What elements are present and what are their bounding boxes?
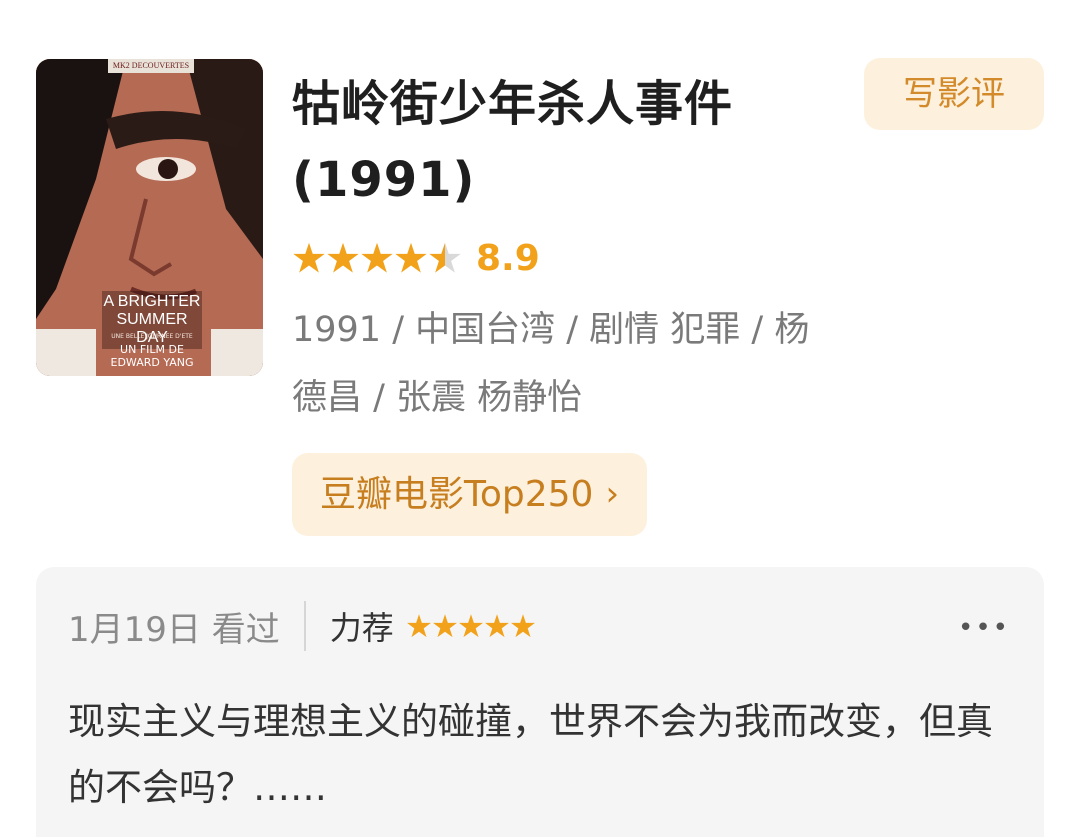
star-icon	[428, 241, 462, 275]
star-icon	[326, 241, 360, 275]
star-icon	[406, 613, 432, 639]
watched-date: 1月19日 看过	[68, 609, 280, 650]
chevron-right-icon: ›	[605, 474, 620, 514]
my-review-card[interactable]: 1月19日 看过 力荐 ••• 现实主义与理想主义的碰撞，世界不会为我而改变，但…	[36, 567, 1044, 837]
review-header: 1月19日 看过 力荐	[68, 601, 536, 651]
star-icon	[458, 613, 484, 639]
top250-tag[interactable]: 豆瓣电影Top250 ›	[292, 453, 648, 536]
star-icon	[432, 613, 458, 639]
review-text: 现实主义与理想主义的碰撞，世界不会为我而改变，但真的不会吗？……	[68, 700, 993, 809]
movie-poster[interactable]: MK2 DECOUVERTES A BRIGHTER SUMMER DAY UN…	[36, 59, 263, 376]
movie-meta: 1991 / 中国台湾 / 剧情 犯罪 / 杨德昌 / 张震 杨静怡	[292, 310, 810, 418]
poster-title: A BRIGHTER SUMMER DAY	[102, 291, 202, 349]
rating-score: 8.9	[476, 237, 540, 279]
more-icon[interactable]: •••	[958, 613, 1010, 643]
top250-label: 豆瓣电影Top250	[320, 474, 594, 515]
rating-stars	[292, 241, 462, 275]
divider	[303, 601, 306, 651]
star-icon	[394, 241, 428, 275]
poster-director: UN FILM DE EDWARD YANG	[110, 343, 194, 369]
write-review-button[interactable]: 写影评	[864, 58, 1044, 130]
poster-subtitle: UNE BELLE JOURNEE D'ETE	[111, 333, 193, 340]
star-icon	[360, 241, 394, 275]
star-icon	[292, 241, 326, 275]
recommend-label: 力荐	[329, 609, 394, 647]
star-icon	[484, 613, 510, 639]
poster-brand: MK2 DECOUVERTES	[108, 59, 194, 73]
star-icon	[510, 613, 536, 639]
rating-row: 8.9	[292, 234, 540, 282]
movie-title: 牯岭街少年杀人事件(1991)	[292, 76, 734, 208]
my-rating-stars	[406, 613, 536, 639]
